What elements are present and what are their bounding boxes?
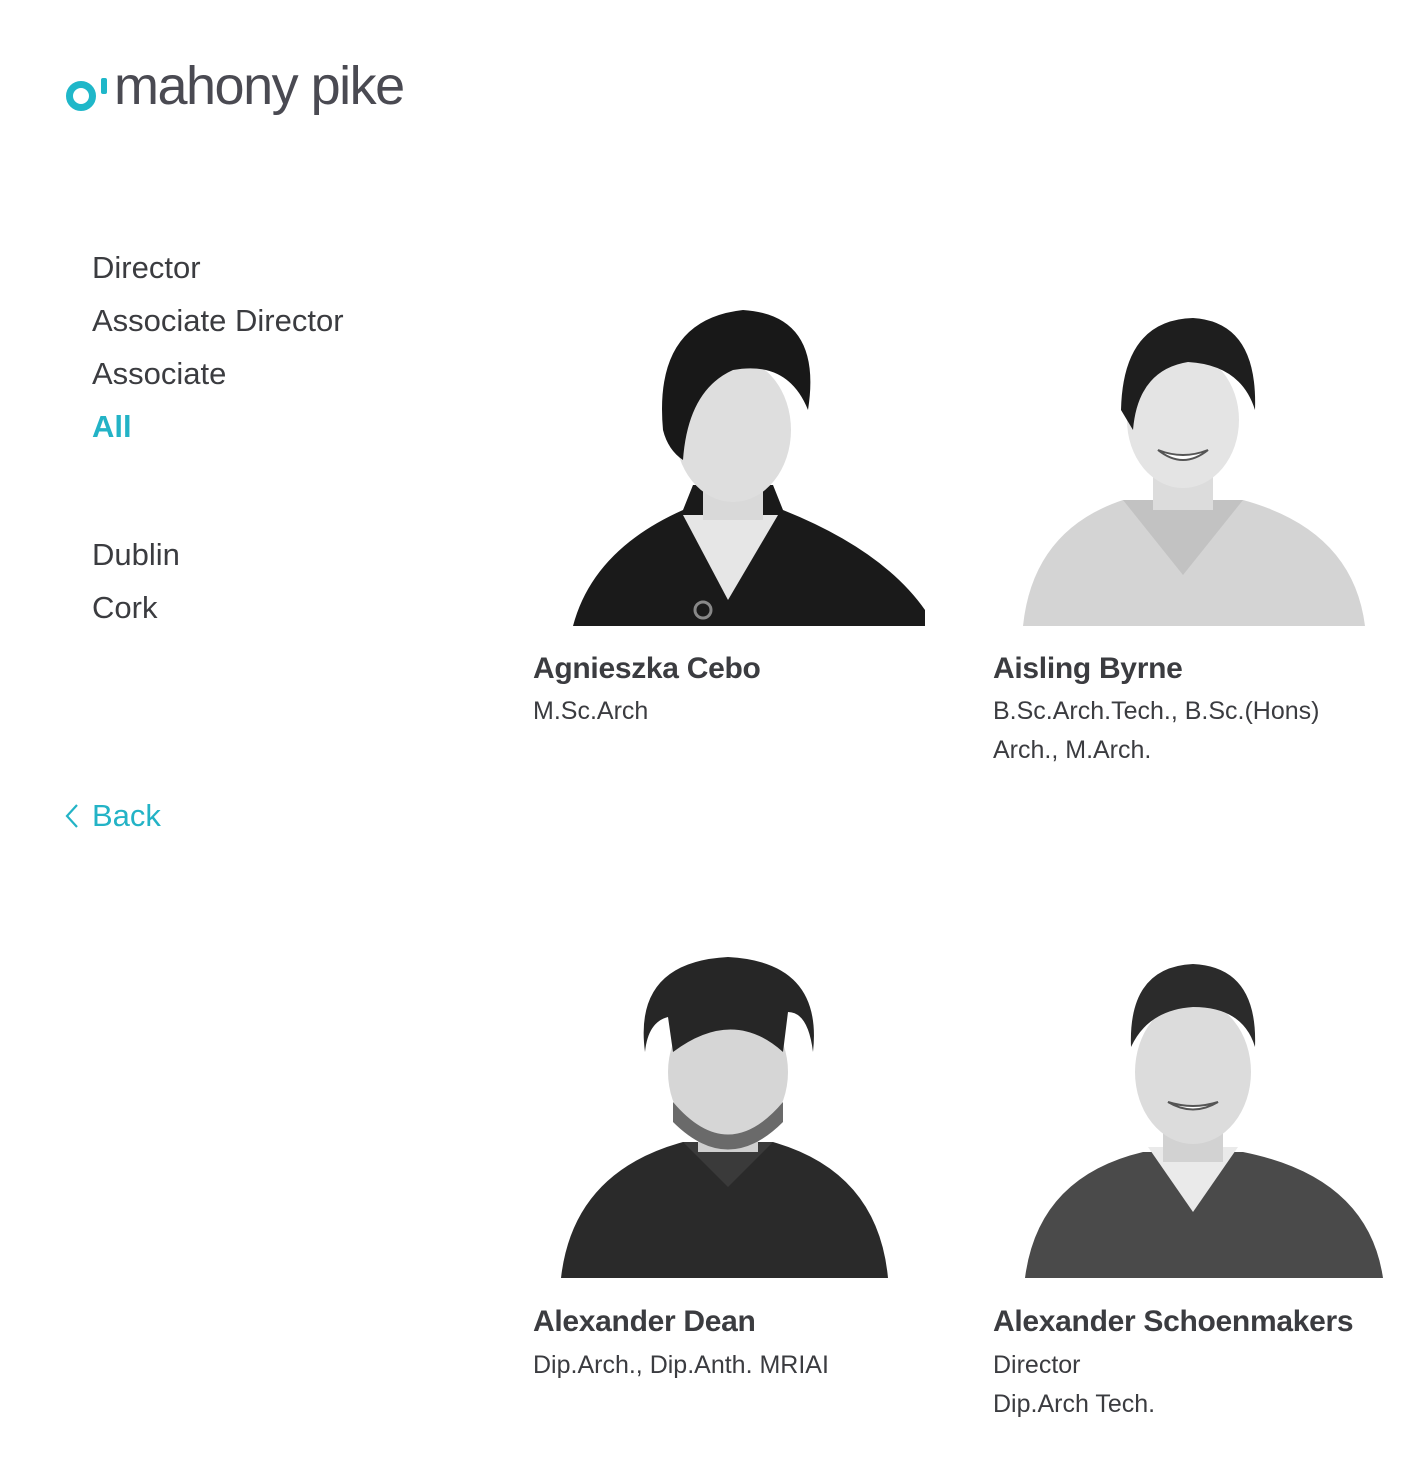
filter-cork[interactable]: Cork (92, 581, 180, 634)
person-qualifications: B.Sc.Arch.Tech., B.Sc.(Hons) Arch., M.Ar… (993, 692, 1426, 770)
chevron-left-icon (65, 804, 78, 828)
logo-mark-icon (64, 70, 112, 111)
person-photo[interactable] (533, 300, 925, 626)
qualification-line: Dip.Arch Tech. (993, 1390, 1156, 1418)
person-name[interactable]: Alexander Schoenmakers (993, 1305, 1354, 1339)
person-photo[interactable] (533, 952, 925, 1278)
filter-all[interactable]: All (92, 400, 344, 453)
filter-associate-director[interactable]: Associate Director (92, 294, 344, 347)
person-name[interactable]: Alexander Dean (533, 1305, 756, 1339)
brand-logo[interactable]: mahony pike (64, 56, 405, 120)
location-filter-list: Dublin Cork (92, 528, 180, 634)
role-filter-list: Director Associate Director Associate Al… (92, 241, 344, 453)
back-link[interactable]: Back (64, 798, 161, 834)
back-label: Back (92, 798, 161, 833)
person-qualifications: Director Dip.Arch Tech. (993, 1346, 1426, 1424)
qualification-line: Director (993, 1351, 1081, 1379)
qualification-line: M.Sc.Arch (533, 697, 649, 725)
qualification-line: Arch., M.Arch. (993, 736, 1152, 764)
qualification-line: Dip.Arch., Dip.Anth. MRIAI (533, 1351, 829, 1379)
person-qualifications: M.Sc.Arch (533, 692, 973, 731)
filter-director[interactable]: Director (92, 241, 344, 294)
brand-name: mahony pike (114, 56, 405, 116)
person-qualifications: Dip.Arch., Dip.Anth. MRIAI (533, 1346, 973, 1385)
person-name[interactable]: Agnieszka Cebo (533, 652, 761, 686)
person-name[interactable]: Aisling Byrne (993, 652, 1183, 686)
filter-dublin[interactable]: Dublin (92, 528, 180, 581)
person-photo[interactable] (993, 300, 1385, 626)
person-photo[interactable] (993, 952, 1385, 1278)
qualification-line: B.Sc.Arch.Tech., B.Sc.(Hons) (993, 697, 1320, 725)
filter-associate[interactable]: Associate (92, 347, 344, 400)
